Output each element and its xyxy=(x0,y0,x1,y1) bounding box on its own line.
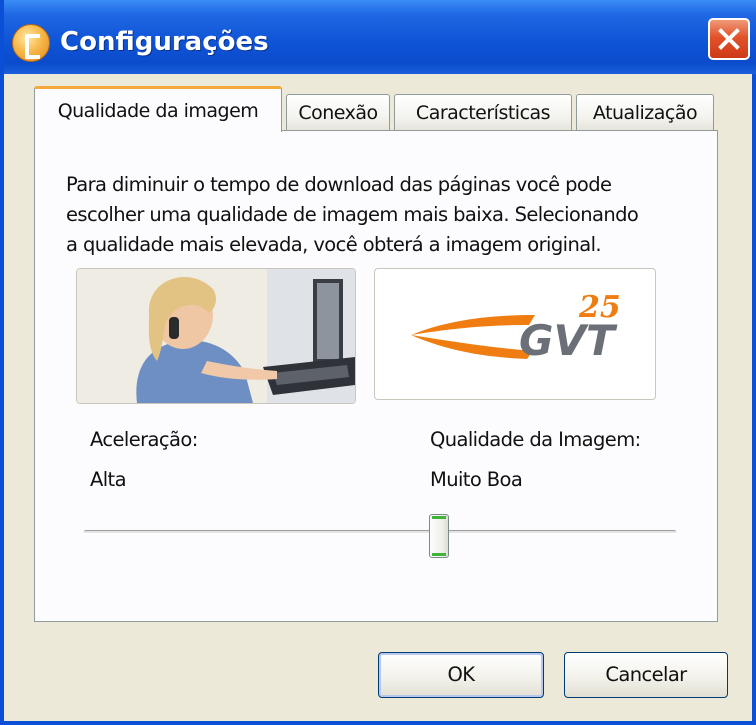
acceleration-label: Aceleração: xyxy=(90,428,198,451)
quality-slider-thumb[interactable] xyxy=(429,514,449,558)
title-bar[interactable]: Configurações xyxy=(4,0,756,74)
tab-image-quality[interactable]: Qualidade da imagem xyxy=(34,86,282,132)
cancel-button[interactable]: Cancelar xyxy=(564,652,728,698)
app-icon xyxy=(12,24,50,62)
description-line: a qualidade mais elevada, você obterá a … xyxy=(66,233,602,256)
description-line: Para diminuir o tempo de download das pá… xyxy=(66,173,612,196)
window-title: Configurações xyxy=(60,27,269,57)
quality-label: Qualidade da Imagem: xyxy=(430,428,641,451)
gvt-logo: GVT 25 xyxy=(411,290,621,365)
quality-value: Muito Boa xyxy=(430,468,523,491)
woman-at-laptop-image xyxy=(77,269,355,403)
description-line: escolher uma qualidade de imagem mais ba… xyxy=(66,203,639,226)
logo-badge-text: 25 xyxy=(578,290,621,325)
tab-connection[interactable]: Conexão xyxy=(286,94,390,132)
description-text: Para diminuir o tempo de download das pá… xyxy=(66,170,706,260)
close-icon xyxy=(718,28,740,50)
acceleration-value: Alta xyxy=(90,468,127,491)
tab-features[interactable]: Características xyxy=(394,94,572,132)
close-button[interactable] xyxy=(708,18,750,60)
ok-button[interactable]: OK xyxy=(378,652,544,698)
preview-photo xyxy=(76,268,356,404)
gvt-logo-box: GVT 25 xyxy=(374,268,656,400)
tab-update[interactable]: Atualização xyxy=(576,94,714,132)
quality-slider-track[interactable] xyxy=(84,530,676,534)
